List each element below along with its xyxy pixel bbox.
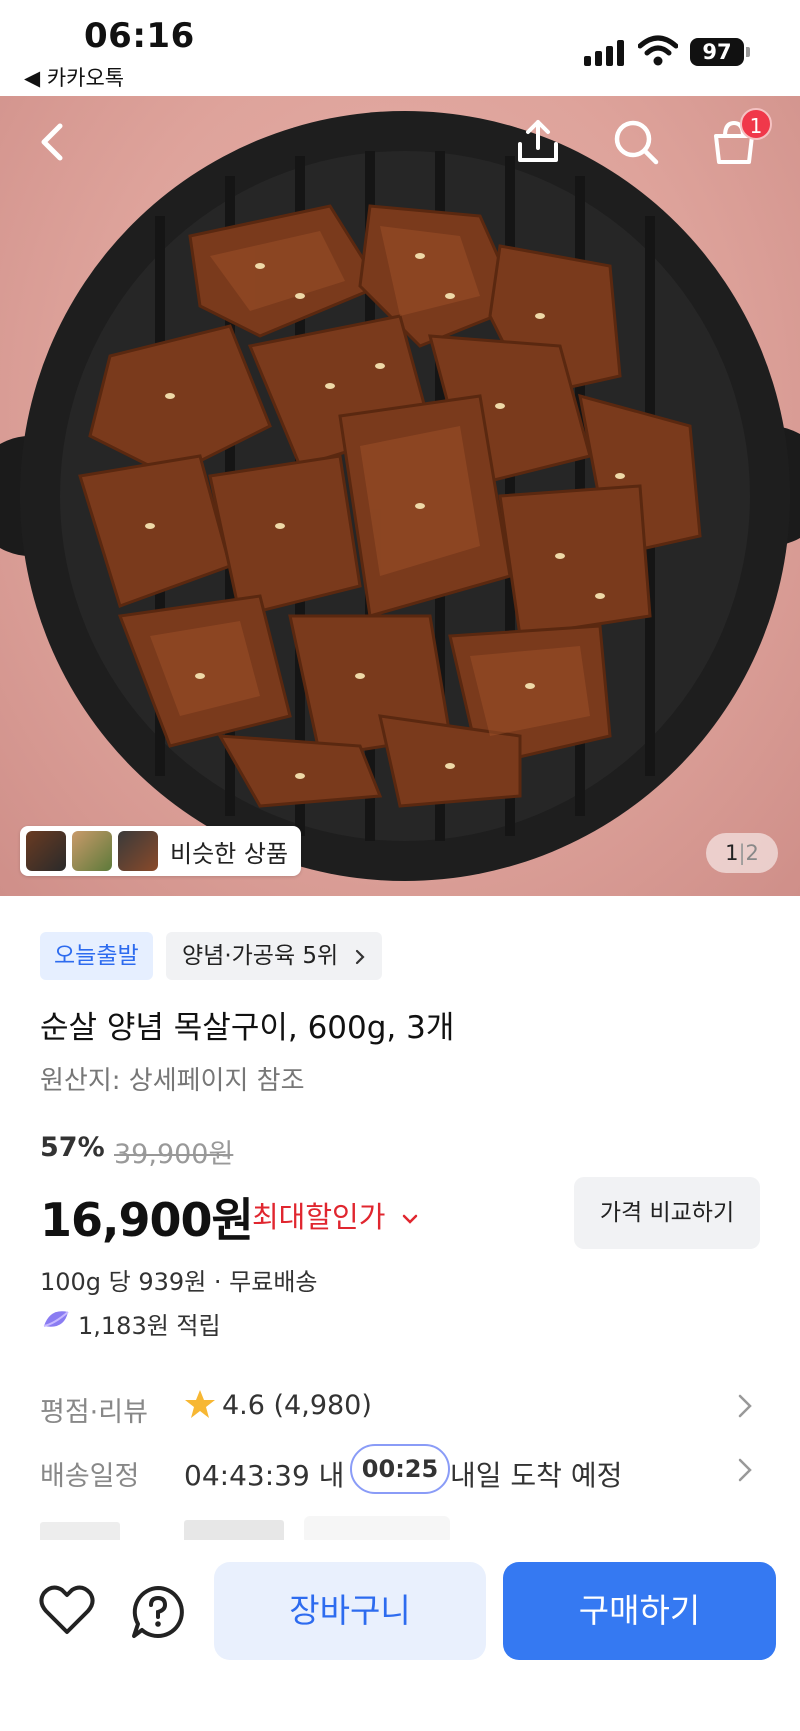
product-origin: 원산지: 상세페이지 참조 xyxy=(40,1066,305,1096)
buy-now-button[interactable]: 구매하기 xyxy=(503,1562,776,1660)
share-icon[interactable] xyxy=(512,116,564,168)
rating-review-label: 평점·리뷰 xyxy=(40,1397,148,1428)
price-compare-button[interactable]: 가격 비교하기 xyxy=(574,1177,760,1249)
product-title: 순살 양념 목살구이, 600g, 3개 xyxy=(40,1010,455,1046)
product-photo-illustration xyxy=(0,111,800,881)
original-price: 39,900원 xyxy=(114,1139,234,1170)
delivery-timer-pill: 00:25 xyxy=(350,1444,450,1494)
current-page: 1 xyxy=(725,841,739,865)
discount-rate: 57% xyxy=(40,1132,105,1163)
points-icon xyxy=(43,1311,69,1327)
similar-thumb-3 xyxy=(118,831,158,871)
battery-tip xyxy=(746,47,750,57)
heart-icon[interactable] xyxy=(38,1584,96,1636)
similar-products-button[interactable]: 비슷한 상품 xyxy=(20,826,301,876)
chevron-right-icon xyxy=(355,949,365,964)
cellular-signal-icon xyxy=(584,40,626,66)
add-to-cart-button[interactable]: 장바구니 xyxy=(214,1562,486,1660)
page-separator: | xyxy=(738,841,746,865)
status-time: 06:16 xyxy=(84,16,195,56)
similar-thumb-1 xyxy=(26,831,66,871)
cart-count-badge: 1 xyxy=(740,108,772,140)
unit-price-shipping: 100g 당 939원 · 무료배송 xyxy=(40,1268,318,1296)
back-to-app-link[interactable]: ◀ 카카오톡 xyxy=(24,62,124,92)
rating-chevron-right-icon[interactable] xyxy=(736,1392,754,1420)
similar-products-label: 비슷한 상품 xyxy=(170,839,289,868)
question-icon[interactable] xyxy=(130,1584,186,1640)
status-bar: 06:16 ◀ 카카오톡 97 xyxy=(0,0,800,96)
similar-thumb-2 xyxy=(72,831,112,871)
product-image[interactable] xyxy=(0,96,800,896)
delivery-countdown: 04:43:39 내 xyxy=(184,1459,345,1492)
category-rank-badge[interactable]: 양념·가공육 5위 xyxy=(166,932,382,980)
max-discount-label: 최대할인가 xyxy=(252,1200,386,1234)
max-discount-toggle[interactable]: 최대할인가 xyxy=(252,1194,419,1236)
search-icon[interactable] xyxy=(610,116,662,168)
battery-icon: 97 xyxy=(690,38,744,66)
image-page-indicator: 1|2 xyxy=(706,833,778,873)
today-shipping-badge: 오늘출발 xyxy=(40,932,153,980)
points-earn: 1,183원 적립 xyxy=(78,1312,221,1340)
delivery-schedule-label: 배송일정 xyxy=(40,1461,140,1492)
total-pages: 2 xyxy=(745,841,759,865)
category-rank-label: 양념·가공육 5위 xyxy=(182,943,339,969)
wifi-icon xyxy=(638,35,678,66)
star-icon xyxy=(185,1390,215,1418)
delivery-eta[interactable]: 내일 도착 예정 xyxy=(450,1454,622,1494)
chevron-down-icon xyxy=(402,1214,417,1224)
rating-value[interactable]: 4.6 (4,980) xyxy=(222,1390,372,1421)
back-arrow-icon[interactable] xyxy=(28,116,80,168)
delivery-chevron-right-icon[interactable] xyxy=(736,1456,754,1484)
sale-price: 16,900원 xyxy=(40,1193,254,1247)
